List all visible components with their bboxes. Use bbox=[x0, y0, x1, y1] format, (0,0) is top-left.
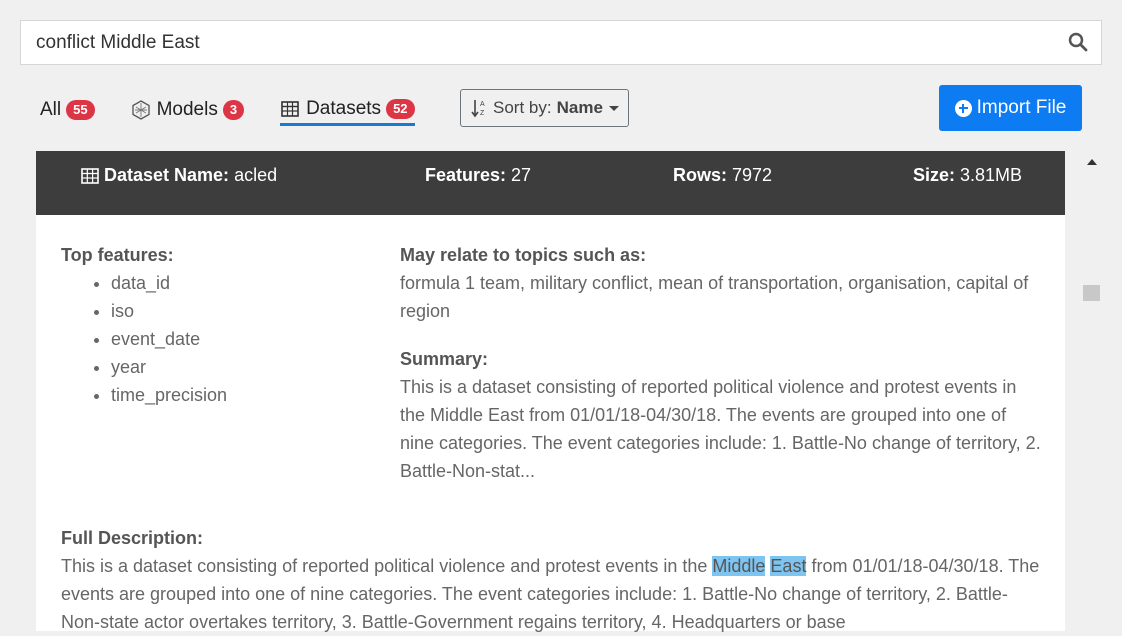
list-item: data_id bbox=[111, 269, 227, 297]
import-file-label: Import File bbox=[976, 97, 1067, 118]
sort-label: Sort by: bbox=[493, 98, 552, 117]
features-value: 27 bbox=[511, 165, 532, 185]
chevron-down-icon bbox=[608, 105, 619, 111]
tab-datasets-count-badge: 52 bbox=[386, 98, 415, 119]
list-item: year bbox=[111, 353, 227, 381]
full-description-title: Full Description: bbox=[61, 528, 204, 548]
rows-label: Rows: bbox=[673, 165, 727, 185]
dataset-name-label: Dataset Name: bbox=[104, 165, 230, 185]
search-input[interactable]: conflict Middle East bbox=[20, 20, 1102, 65]
topics-title: May relate to topics such as: bbox=[400, 245, 647, 265]
summary-title: Summary: bbox=[400, 349, 489, 369]
tab-datasets[interactable]: Datasets 52 bbox=[280, 88, 415, 126]
features-label: Features: bbox=[425, 165, 507, 185]
search-highlight: East bbox=[770, 556, 807, 576]
full-description-section: Full Description: This is a dataset cons… bbox=[61, 524, 1041, 636]
summary-text: This is a dataset consisting of reported… bbox=[400, 377, 1041, 481]
size-value: 3.81MB bbox=[960, 165, 1023, 185]
tab-models[interactable]: Models 3 bbox=[131, 88, 245, 126]
search-input-value: conflict Middle East bbox=[36, 31, 200, 53]
list-item: time_precision bbox=[111, 381, 227, 409]
dataset-rows: Rows: 7972 bbox=[673, 165, 772, 186]
svg-text:A: A bbox=[480, 101, 485, 108]
dataset-card: Dataset Name: acled Features: 27 Rows: 7… bbox=[36, 151, 1065, 632]
topics-text: formula 1 team, military conflict, mean … bbox=[400, 273, 1029, 321]
list-item: iso bbox=[111, 297, 227, 325]
tab-all-count-badge: 55 bbox=[66, 100, 95, 120]
scroll-up-arrow-icon[interactable] bbox=[1087, 159, 1097, 165]
tab-models-count-badge: 3 bbox=[222, 100, 245, 120]
scrollbar[interactable] bbox=[1080, 151, 1102, 621]
table-icon bbox=[81, 167, 99, 184]
table-icon bbox=[281, 100, 299, 117]
full-description-before: This is a dataset consisting of reported… bbox=[61, 556, 713, 576]
import-file-button[interactable]: Import File bbox=[939, 85, 1082, 131]
tab-models-label: Models bbox=[156, 99, 218, 120]
sort-value: Name bbox=[556, 98, 603, 117]
sort-alpha-icon: A Z bbox=[471, 100, 485, 118]
search-highlight: Middle bbox=[712, 556, 766, 576]
topics-summary-section: May relate to topics such as: formula 1 … bbox=[400, 241, 1045, 485]
top-features-title: Top features: bbox=[61, 245, 174, 265]
full-description-text: This is a dataset consisting of reported… bbox=[61, 552, 1041, 636]
dataset-name: Dataset Name: acled bbox=[81, 165, 277, 186]
brain-icon bbox=[131, 100, 150, 120]
rows-value: 7972 bbox=[732, 165, 773, 185]
scrollbar-thumb[interactable] bbox=[1083, 285, 1100, 301]
dataset-card-header[interactable]: Dataset Name: acled Features: 27 Rows: 7… bbox=[36, 151, 1065, 215]
plus-circle-icon bbox=[954, 99, 972, 117]
list-item: event_date bbox=[111, 325, 227, 353]
tab-all-label: All bbox=[40, 99, 62, 120]
size-label: Size: bbox=[913, 165, 956, 185]
dataset-features: Features: 27 bbox=[425, 165, 531, 186]
tab-datasets-label: Datasets bbox=[306, 97, 382, 119]
dataset-name-value: acled bbox=[234, 165, 278, 185]
dataset-size: Size: 3.81MB bbox=[913, 165, 1022, 186]
top-features-section: Top features: data_id iso event_date yea… bbox=[61, 241, 227, 409]
search-icon[interactable] bbox=[1068, 32, 1088, 52]
top-features-list: data_id iso event_date year time_precisi… bbox=[61, 269, 227, 409]
tab-all[interactable]: All 55 bbox=[40, 88, 95, 126]
summary-block: Summary: This is a dataset consisting of… bbox=[400, 345, 1045, 485]
svg-text:Z: Z bbox=[480, 110, 485, 117]
result-tabs: All 55 Models 3 Datasets 52 bbox=[40, 88, 415, 128]
sort-dropdown[interactable]: A Z Sort by: Name bbox=[460, 89, 629, 127]
